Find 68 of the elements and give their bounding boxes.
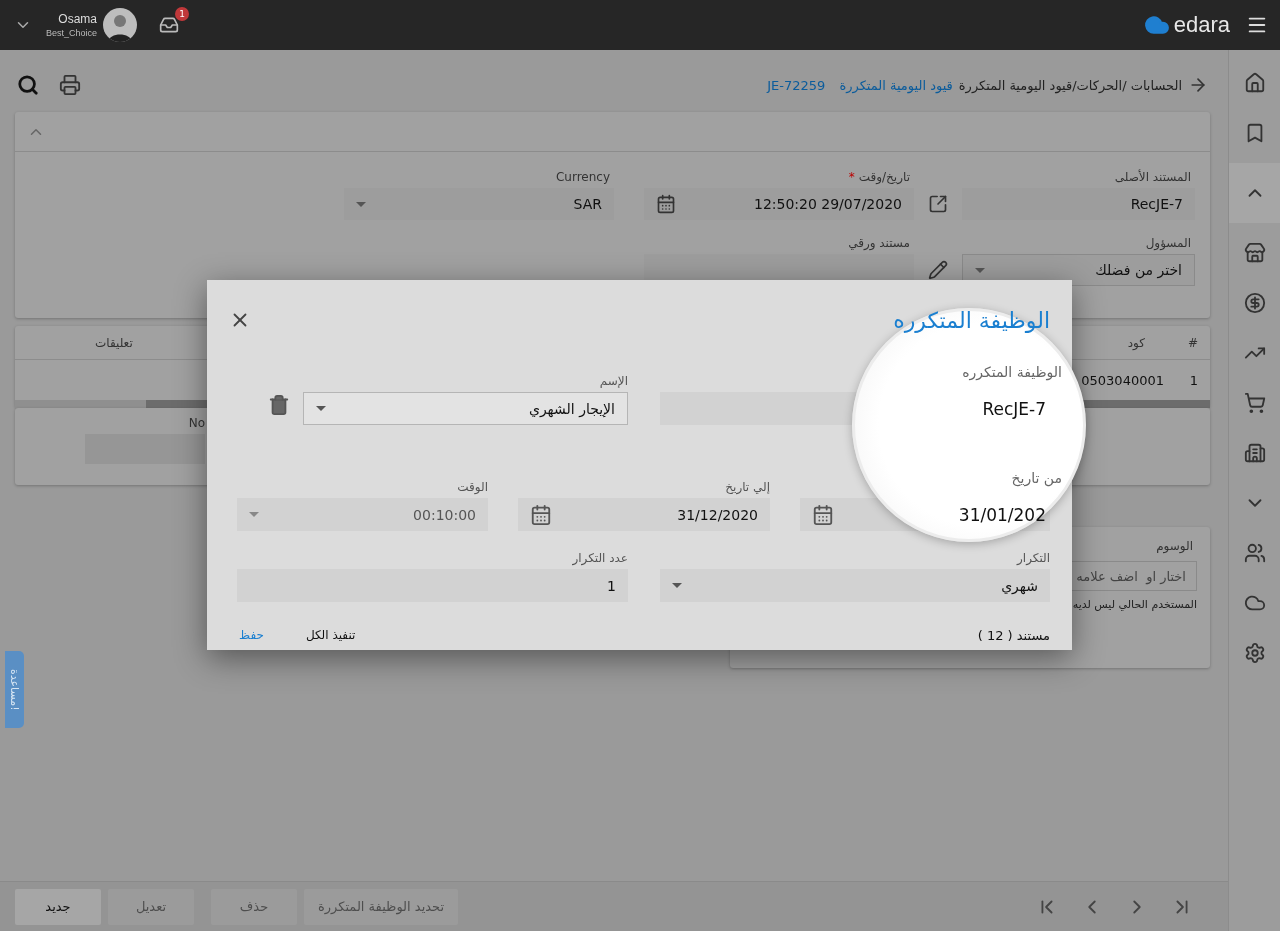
company-name: Best_Choice bbox=[46, 28, 98, 38]
field-label: التكرار bbox=[1015, 551, 1050, 565]
brand-name: edara bbox=[1173, 12, 1230, 38]
field-value: الإيجار الشهري bbox=[528, 400, 615, 417]
field-value: 00:10:00 bbox=[413, 506, 476, 523]
dollar-icon[interactable] bbox=[1243, 292, 1266, 314]
calendar-icon bbox=[530, 503, 552, 526]
date-field[interactable]: 31/12/2020 bbox=[518, 498, 770, 531]
caret-icon bbox=[975, 267, 985, 273]
pencil-icon[interactable] bbox=[928, 260, 948, 280]
field-label: مستند ورقي bbox=[847, 236, 911, 250]
select-field[interactable]: الإيجار الشهري bbox=[303, 392, 628, 425]
field-label: عدد التكرار bbox=[571, 551, 628, 565]
store-icon[interactable] bbox=[1243, 242, 1266, 264]
calendar-icon bbox=[656, 194, 676, 214]
action-button[interactable]: جديد bbox=[15, 888, 101, 925]
calendar-icon bbox=[812, 503, 834, 526]
caret-icon bbox=[356, 201, 366, 207]
record-number: JE-72259 bbox=[767, 77, 826, 93]
field-label: من تاريخ bbox=[1010, 470, 1062, 486]
field-label: Currency bbox=[554, 170, 611, 184]
field-value: RecJE-7 bbox=[982, 398, 1046, 419]
field-label: تاريخ/وقت * bbox=[847, 170, 911, 184]
field-label: No bbox=[188, 416, 205, 430]
trash-icon[interactable] bbox=[268, 394, 290, 416]
field-label: الوسوم bbox=[1155, 539, 1194, 553]
notification-badge: 1 bbox=[175, 7, 190, 21]
inbox-icon[interactable] bbox=[159, 15, 180, 35]
field-value: 31/12/2020 bbox=[677, 506, 758, 523]
field-value: شهري bbox=[1001, 577, 1038, 594]
field-label: الإسم bbox=[598, 374, 628, 388]
caret-icon bbox=[249, 512, 259, 517]
field-label: الوظيفة المتكرره bbox=[961, 364, 1062, 380]
search-icon[interactable] bbox=[17, 74, 39, 96]
field-label: إلي تاريخ bbox=[724, 480, 770, 494]
external-link-icon[interactable] bbox=[928, 194, 948, 214]
field-label: المستند الأصلى bbox=[1113, 170, 1192, 184]
dialog-title: الوظيفة المتكرره bbox=[893, 307, 1050, 333]
table-cell-text: 1 bbox=[1188, 372, 1198, 388]
permission-note: المستخدم الحالي ليس لديه bbox=[1071, 598, 1197, 611]
column-header: تعليقات bbox=[95, 335, 133, 350]
caret-icon bbox=[672, 583, 682, 588]
settings-icon[interactable] bbox=[1243, 642, 1266, 664]
date-field[interactable]: 12:50:20 29/07/2020 bbox=[644, 188, 914, 220]
text-field[interactable]: RecJE-7 bbox=[962, 188, 1195, 220]
document-count: مستند ( 12 ) bbox=[977, 627, 1050, 643]
people-icon[interactable] bbox=[1243, 542, 1266, 564]
building-icon[interactable] bbox=[1243, 442, 1266, 464]
select-field[interactable]: SAR bbox=[344, 188, 614, 220]
select-field[interactable]: شهري bbox=[660, 569, 1050, 602]
home-icon[interactable] bbox=[1243, 72, 1266, 94]
field-value: 1 bbox=[607, 577, 616, 594]
field-label: المسؤول bbox=[1144, 236, 1192, 250]
column-header: كود bbox=[1126, 335, 1145, 350]
notes-field[interactable] bbox=[85, 434, 205, 464]
breadcrumb-path: الحسابات /الحركات/قيود اليومية المتكررة bbox=[958, 77, 1182, 93]
cart-icon[interactable] bbox=[1243, 392, 1266, 414]
table-cell: 0503040001 bbox=[1081, 372, 1164, 388]
select-field[interactable]: اختر من فضلك bbox=[962, 254, 1195, 286]
avatar[interactable] bbox=[103, 8, 138, 42]
run-all-button[interactable]: تنفيذ الكل bbox=[303, 624, 358, 646]
caret-icon bbox=[316, 406, 326, 411]
user-name: Osama bbox=[58, 12, 98, 26]
text-field[interactable]: 1 bbox=[237, 569, 628, 602]
field-label: الوقت bbox=[456, 480, 488, 494]
field-value: 31/01/202 bbox=[958, 504, 1046, 525]
printer-icon[interactable] bbox=[59, 74, 81, 96]
column-header: # bbox=[1186, 335, 1198, 350]
